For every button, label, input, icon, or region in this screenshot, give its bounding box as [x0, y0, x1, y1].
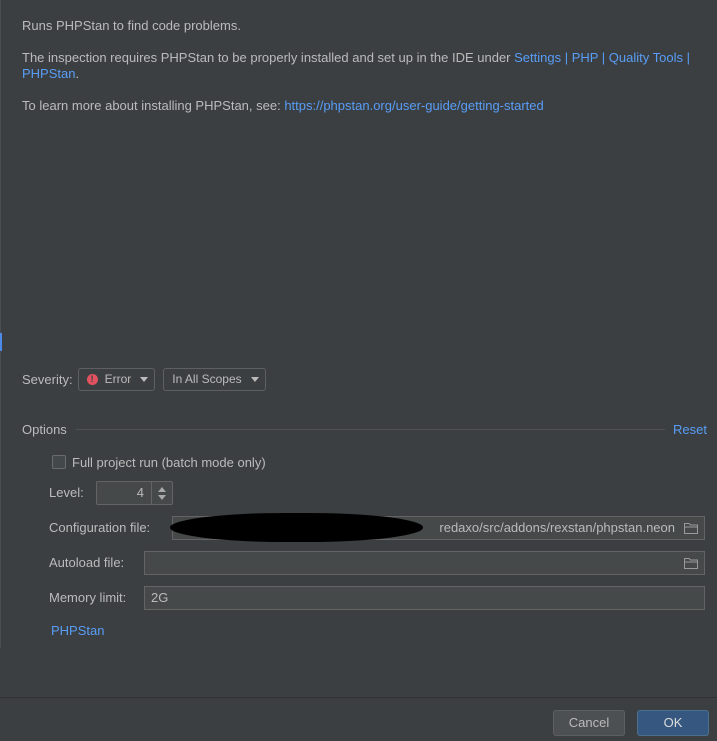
level-stepper-arrows[interactable]	[151, 482, 172, 504]
arrow-down-icon[interactable]	[158, 494, 166, 500]
scope-value: In All Scopes	[172, 372, 242, 386]
severity-dropdown[interactable]: ! Error	[77, 367, 156, 391]
options-title: Options	[22, 421, 67, 437]
requirements-text: The inspection requires PHPStan to be pr…	[22, 50, 515, 65]
description-requirements: The inspection requires PHPStan to be pr…	[22, 50, 702, 82]
severity-row: Severity: ! Error In All Scopes	[22, 367, 274, 391]
redaction-mark	[170, 513, 423, 542]
error-circle-icon: !	[86, 373, 98, 385]
memory-limit-label: Memory limit:	[49, 590, 127, 605]
full-project-run-checkbox[interactable]	[52, 455, 66, 469]
left-border	[0, 0, 1, 648]
inspection-description: Runs PHPStan to find code problems. The …	[22, 18, 702, 130]
arrow-up-icon[interactable]	[158, 486, 166, 492]
scope-dropdown[interactable]: In All Scopes	[163, 367, 266, 391]
severity-label: Severity:	[22, 371, 73, 387]
ok-button[interactable]: OK	[637, 710, 709, 736]
chevron-down-icon	[140, 376, 149, 382]
level-value[interactable]: 4	[97, 482, 151, 504]
options-header: Options Reset	[22, 421, 707, 437]
learn-more-text: To learn more about installing PHPStan, …	[22, 98, 285, 113]
folder-icon[interactable]	[684, 522, 698, 534]
chevron-down-icon	[250, 376, 259, 382]
config-file-label: Configuration file:	[49, 520, 151, 535]
options-separator	[75, 428, 666, 430]
folder-icon[interactable]	[684, 557, 698, 569]
description-summary: Runs PHPStan to find code problems.	[22, 18, 241, 33]
full-project-run-option[interactable]: Full project run (batch mode only)	[52, 453, 266, 471]
level-stepper[interactable]: 4	[96, 481, 173, 505]
memory-limit-field[interactable]: 2G	[144, 586, 705, 610]
full-project-run-label: Full project run (batch mode only)	[72, 454, 266, 470]
description-learn-more: To learn more about installing PHPStan, …	[22, 98, 702, 114]
getting-started-link[interactable]: https://phpstan.org/user-guide/getting-s…	[284, 98, 543, 113]
phpstan-link[interactable]: PHPStan	[51, 623, 104, 638]
scroll-marker	[0, 333, 2, 351]
cancel-button[interactable]: Cancel	[553, 710, 625, 736]
reset-link[interactable]: Reset	[673, 422, 707, 437]
requirements-end: .	[75, 66, 80, 81]
config-file-value: redaxo/src/addons/rexstan/phpstan.neon	[439, 520, 675, 535]
inspection-settings-panel: Runs PHPStan to find code problems. The …	[0, 0, 717, 741]
severity-value: Error	[104, 372, 132, 386]
autoload-file-field[interactable]	[144, 551, 705, 575]
autoload-file-label: Autoload file:	[49, 555, 125, 570]
level-label: Level:	[49, 485, 84, 500]
footer-divider	[0, 697, 717, 698]
memory-limit-value: 2G	[151, 590, 169, 605]
